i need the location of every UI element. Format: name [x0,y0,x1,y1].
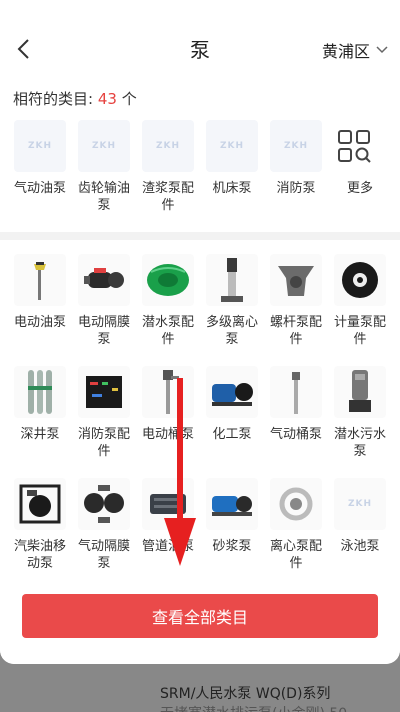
grid-category-item[interactable]: 电动桶泵 [136,366,200,478]
grid-category-item[interactable]: 砂浆泵 [200,478,264,590]
category-label: 螺杆泵配件 [269,315,322,347]
sewage-pump-image [334,366,386,418]
placeholder-image: ZKH [270,120,322,172]
placeholder-image: ZKH [206,120,258,172]
grid-category-item[interactable]: 化工泵 [200,366,264,478]
grid-search-icon [328,120,380,172]
pipeline-oil-pump-image [142,478,194,530]
category-label: 气动油泵 [13,181,66,196]
grid-category-item[interactable]: 离心泵配件 [264,478,328,590]
placeholder-image: ZKH [142,120,194,172]
grid-category-item[interactable]: 潜水泵配件 [136,254,200,366]
category-label: 深井泵 [20,427,60,442]
category-label: 化工泵 [212,427,252,442]
deep-well-pump-image [14,366,66,418]
placeholder-image: ZKH [78,120,130,172]
grid-category-item[interactable]: 消防泵配件 [72,366,136,478]
back-arrow-icon [17,39,29,59]
green-hose-image [142,254,194,306]
category-label: 渣浆泵配件 [141,181,194,213]
placeholder-image: ZKH [334,478,386,530]
grid-category-item[interactable]: 气动隔膜泵 [72,478,136,590]
category-label: 离心泵配件 [269,539,322,571]
diaphragm-pump-image [78,254,130,306]
category-label: 齿轮输油泵 [77,181,130,213]
category-label: 更多 [346,181,373,196]
match-count-line: 相符的类目: 43 个 [13,88,137,109]
category-label: 机床泵 [212,181,252,196]
district-selector[interactable]: 黄浦区 [322,38,388,62]
pneumatic-diaphragm-pump-image [78,478,130,530]
match-label: 相符的类目: [13,90,94,108]
category-label: 消防泵配件 [77,427,130,459]
top-category-item[interactable]: ZKH 机床泵 [200,120,264,214]
grid-category-item[interactable]: 计量泵配件 [328,254,392,366]
background-product-title: SRM/人民水泵 WQ(D)系列 无堵塞潜水排污泵(小金刚) 50 [160,684,400,712]
grid-category-item[interactable]: 潜水污水泵 [328,366,392,478]
background-product-line-2: 无堵塞潜水排污泵(小金刚) 50 [160,704,400,712]
category-label: 气动隔膜泵 [77,539,130,571]
mortar-pump-image [206,478,258,530]
top-category-item[interactable]: ZKH 齿轮输油泵 [72,120,136,214]
grid-category-item[interactable]: ZKH 泳池泵 [328,478,392,590]
category-label: 管道油泵 [141,539,194,554]
category-sheet: 泵 黄浦区 相符的类目: 43 个 ZKH 气动油泵 ZKH 齿轮输油泵 ZKH… [0,0,400,664]
chevron-down-icon [376,46,388,54]
grid-category-item[interactable]: 汽柴油移动泵 [8,478,72,590]
category-label: 计量泵配件 [333,315,386,347]
category-label: 泳池泵 [340,539,380,554]
electric-oil-pump-image [14,254,66,306]
category-label: 电动油泵 [13,315,66,330]
category-label: 潜水污水泵 [333,427,386,459]
district-label: 黄浦区 [321,42,370,61]
match-unit: 个 [121,90,137,108]
category-label: 砂浆泵 [212,539,252,554]
pneumatic-barrel-pump-image [270,366,322,418]
top-category-item[interactable]: ZKH 渣浆泵配件 [136,120,200,214]
top-category-item[interactable]: ZKH 气动油泵 [8,120,72,214]
grid-category-item[interactable]: 气动桶泵 [264,366,328,478]
centrifugal-pump-part-image [270,478,322,530]
fire-pump-part-image [78,366,130,418]
metering-pump-part-image [334,254,386,306]
back-button[interactable] [14,34,34,64]
diesel-transfer-pump-image [14,478,66,530]
category-label: 多级离心泵 [205,315,258,347]
background-product-line-1: SRM/人民水泵 WQ(D)系列 [160,686,331,702]
placeholder-image: ZKH [14,120,66,172]
category-label: 消防泵 [276,181,316,196]
view-all-categories-button[interactable]: 查看全部类目 [22,594,378,638]
screw-pump-part-image [270,254,322,306]
grid-category-item[interactable]: 电动油泵 [8,254,72,366]
electric-barrel-pump-image [142,366,194,418]
category-grid-panel: 电动油泵 电动隔膜泵 潜水泵配件 多级离心泵 螺杆泵配件 计量泵配件 深井泵 消… [0,232,400,664]
grid-category-item[interactable]: 多级离心泵 [200,254,264,366]
match-count: 43 [97,90,117,108]
category-label: 电动隔膜泵 [77,315,130,347]
category-label: 气动桶泵 [269,427,322,442]
header: 泵 黄浦区 [0,0,400,96]
top-category-item[interactable]: ZKH 消防泵 [264,120,328,214]
more-categories-button[interactable]: 更多 [328,120,392,214]
grid-category-item[interactable]: 螺杆泵配件 [264,254,328,366]
grid-category-item[interactable]: 电动隔膜泵 [72,254,136,366]
chemical-pump-image [206,366,258,418]
top-category-row: ZKH 气动油泵 ZKH 齿轮输油泵 ZKH 渣浆泵配件 ZKH 机床泵 ZKH… [0,120,400,214]
category-label: 潜水泵配件 [141,315,194,347]
category-label: 汽柴油移动泵 [13,539,66,571]
grid-category-item[interactable]: 深井泵 [8,366,72,478]
category-label: 电动桶泵 [141,427,194,442]
grid-category-item[interactable]: 管道油泵 [136,478,200,590]
multistage-pump-image [206,254,258,306]
category-grid: 电动油泵 电动隔膜泵 潜水泵配件 多级离心泵 螺杆泵配件 计量泵配件 深井泵 消… [8,254,392,590]
